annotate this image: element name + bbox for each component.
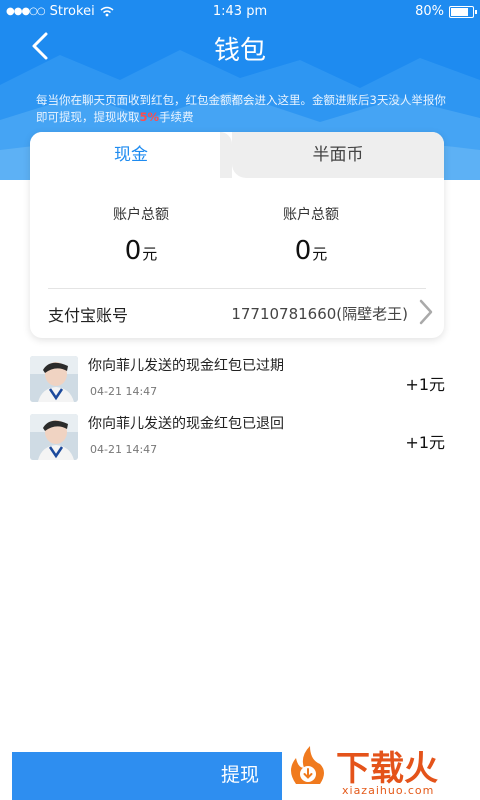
watermark-site: xiazaihuo.com — [342, 784, 435, 797]
balance-unit: 元 — [142, 245, 158, 263]
balance-amount: 0 — [294, 236, 312, 266]
battery-percent: 80% — [415, 4, 444, 19]
balance-card: 现金 半面币 账户总额 0元 账户总额 0元 支付宝账号 17710781660… — [30, 132, 444, 338]
divider — [48, 288, 426, 289]
balance-cash-total: 账户总额 0元 — [110, 204, 172, 266]
currency-tabs: 现金 半面币 — [30, 132, 444, 178]
tab-cash[interactable]: 现金 — [30, 132, 232, 178]
page-title: 钱包 — [213, 36, 266, 66]
avatar — [30, 414, 78, 460]
chevron-right-icon — [419, 299, 433, 325]
status-bar: ●●●○○ Strokei 1:43 pm 80% — [0, 0, 480, 24]
tab-half-coin[interactable]: 半面币 — [220, 132, 444, 178]
balance-label: 账户总额 — [113, 207, 169, 223]
balance-unit: 元 — [312, 245, 328, 263]
record-amount: +1元 — [405, 433, 445, 452]
record-time: 04-21 14:47 — [90, 443, 158, 456]
record-time: 04-21 14:47 — [90, 385, 158, 398]
record-title: 你向菲儿发送的现金红包已退回 — [88, 416, 284, 432]
watermark: 下载火 xiazaihuo.com — [282, 738, 480, 800]
alipay-account-value: 17710781660(隔壁老王) — [231, 305, 408, 323]
avatar — [30, 356, 78, 402]
alipay-label: 支付宝账号 — [48, 306, 129, 325]
balance-value: 0元 — [110, 236, 172, 266]
record-title: 你向菲儿发送的现金红包已过期 — [88, 358, 284, 374]
balance-secondary-total: 账户总额 0元 — [280, 204, 342, 266]
list-item[interactable]: 你向菲儿发送的现金红包已退回 04-21 14:47 +1元 — [0, 408, 480, 464]
notice-fee: 5% — [139, 110, 160, 124]
notice-text: 每当你在聊天页面收到红包，红包金额都会进入这里。金额进账后3天没人举报你即可提现… — [36, 93, 446, 124]
wallet-notice: 每当你在聊天页面收到红包，红包金额都会进入这里。金额进账后3天没人举报你即可提现… — [36, 92, 448, 126]
balance-label: 账户总额 — [283, 207, 339, 223]
record-amount: +1元 — [405, 375, 445, 394]
download-fire-logo: 下载火 — [291, 746, 438, 788]
notice-text-end: 手续费 — [159, 110, 194, 124]
status-time: 1:43 pm — [212, 4, 268, 19]
balance-value: 0元 — [280, 236, 342, 266]
alipay-account-row[interactable]: 支付宝账号 17710781660(隔壁老王) — [48, 292, 438, 332]
balance-amount: 0 — [124, 236, 142, 266]
list-item[interactable]: 你向菲儿发送的现金红包已过期 04-21 14:47 +1元 — [0, 350, 480, 406]
watermark-logo-text: 下载火 — [336, 749, 438, 788]
battery-icon — [449, 5, 477, 18]
